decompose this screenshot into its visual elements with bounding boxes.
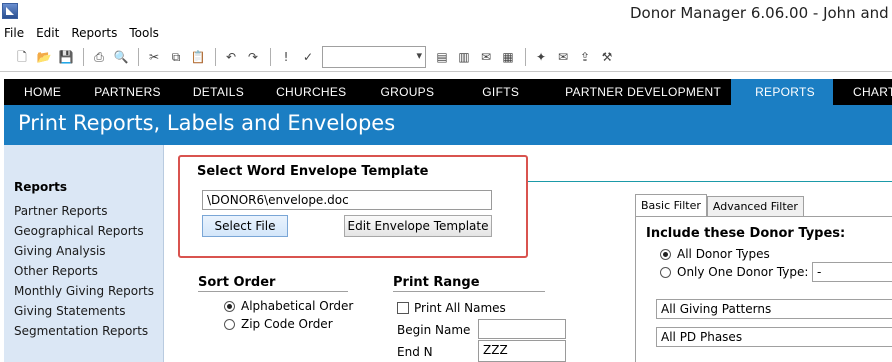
spreadsheet-icon[interactable]: ▦ [500, 49, 516, 65]
begin-name-label: Begin Name [397, 323, 471, 337]
radio-unselected-icon[interactable] [660, 266, 671, 278]
sidebar-item-monthly-giving-reports[interactable]: Monthly Giving Reports [14, 284, 154, 298]
filter-tabs: Basic Filter Advanced Filter [635, 194, 804, 216]
sidebar-item-segmentation-reports[interactable]: Segmentation Reports [14, 324, 148, 338]
tab-charts[interactable]: CHARTS [833, 79, 892, 105]
sidebar-item-giving-statements[interactable]: Giving Statements [14, 304, 126, 318]
redo-icon[interactable]: ↷ [245, 49, 261, 65]
basic-filter-panel: Include these Donor Types: All Donor Typ… [635, 216, 892, 362]
sidebar-item-partner-reports[interactable]: Partner Reports [14, 204, 107, 218]
main-content: Select Word Envelope Template \DONOR6\en… [165, 145, 892, 362]
menu-edit[interactable]: Edit [36, 26, 59, 40]
toolbar-separator [215, 47, 216, 66]
window-title: Donor Manager 6.06.00 - John and Be [630, 4, 892, 22]
toolbar-separator [525, 47, 526, 66]
toolbar-combo-box[interactable] [322, 45, 426, 68]
sort-alphabetical-label: Alphabetical Order [241, 299, 354, 313]
tab-gifts[interactable]: GIFTS [450, 79, 551, 105]
export-icon[interactable]: ⇪ [577, 49, 593, 65]
one-donor-type-label: Only One Donor Type: [677, 265, 809, 279]
tab-advanced-filter[interactable]: Advanced Filter [706, 196, 804, 216]
section-divider [527, 181, 892, 182]
alert-icon[interactable]: ! [278, 49, 294, 65]
pd-phases-select[interactable]: All PD Phases [656, 327, 892, 347]
menu-file[interactable]: File [4, 26, 24, 40]
save-icon[interactable]: 💾 [58, 49, 74, 65]
copy-icon[interactable]: ⧉ [168, 49, 184, 65]
envelope-section-title: Select Word Envelope Template [197, 164, 429, 179]
title-bar: Donor Manager 6.06.00 - John and Be [0, 0, 892, 24]
begin-name-input[interactable] [478, 319, 566, 339]
main-nav: HOME PARTNERS DETAILS CHURCHES GROUPS GI… [4, 79, 892, 105]
tab-churches[interactable]: CHURCHES [258, 79, 360, 105]
menu-reports[interactable]: Reports [71, 26, 117, 40]
tab-partners[interactable]: PARTNERS [82, 79, 175, 105]
sidebar-item-giving-analysis[interactable]: Giving Analysis [14, 244, 106, 258]
sidebar-item-geographical-reports[interactable]: Geographical Reports [14, 224, 144, 238]
tab-reports[interactable]: REPORTS [731, 79, 833, 105]
toolbar-separator [138, 47, 139, 66]
print-preview-icon[interactable]: 🔍 [113, 49, 129, 65]
app-logo-icon [2, 3, 18, 19]
tab-groups[interactable]: GROUPS [360, 79, 450, 105]
all-donor-types-option[interactable]: All Donor Types [660, 247, 770, 261]
all-donor-types-label: All Donor Types [677, 247, 770, 261]
page-title: Print Reports, Labels and Envelopes [18, 111, 396, 135]
label-icon[interactable]: ▥ [456, 49, 472, 65]
one-donor-type-option[interactable]: Only One Donor Type: [660, 265, 808, 279]
menu-tools[interactable]: Tools [129, 26, 159, 40]
open-folder-icon[interactable]: 📂 [36, 49, 52, 65]
sort-order-underline [198, 291, 348, 292]
edit-envelope-template-button[interactable]: Edit Envelope Template [344, 215, 492, 237]
tab-details[interactable]: DETAILS [175, 79, 258, 105]
page-header: Print Reports, Labels and Envelopes [4, 105, 892, 145]
radio-selected-icon[interactable] [224, 300, 235, 312]
toolbar: 🗋 📂 💾 ⎙ 🔍 ✂ ⧉ 📋 ↶ ↷ ! ✓ ▤ ▥ ✉ ▦ ✦ ✉ ⇪ ⚒ [0, 42, 892, 72]
sidebar: Reports Partner Reports Geographical Rep… [4, 145, 164, 362]
print-range-title: Print Range [393, 275, 480, 290]
end-name-label: End N [397, 345, 433, 359]
sort-alphabetical-option[interactable]: Alphabetical Order [224, 299, 353, 313]
template-path-input[interactable]: \DONOR6\envelope.doc [202, 190, 492, 210]
print-icon[interactable]: ⎙ [91, 49, 107, 65]
toolbar-separator [270, 47, 271, 66]
undo-icon[interactable]: ↶ [223, 49, 239, 65]
giving-patterns-select[interactable]: All Giving Patterns [656, 299, 892, 319]
tab-basic-filter[interactable]: Basic Filter [635, 194, 707, 216]
toolbar-separator [83, 47, 84, 66]
sort-zip-code-option[interactable]: Zip Code Order [224, 317, 333, 331]
sidebar-heading: Reports [14, 180, 68, 194]
sidebar-item-other-reports[interactable]: Other Reports [14, 264, 98, 278]
end-name-input[interactable]: ZZZ [478, 340, 566, 362]
print-range-underline [393, 291, 545, 292]
tab-home[interactable]: HOME [4, 79, 82, 105]
checkmark-chart-icon[interactable]: ✓ [300, 49, 316, 65]
menu-bar: File Edit Reports Tools [0, 24, 892, 42]
sort-order-title: Sort Order [198, 275, 276, 290]
new-document-icon[interactable]: 🗋 [14, 49, 30, 65]
tools-icon[interactable]: ⚒ [599, 49, 615, 65]
radio-unselected-icon[interactable] [224, 318, 235, 330]
sparkle-icon[interactable]: ✦ [533, 49, 549, 65]
donor-types-title: Include these Donor Types: [646, 226, 846, 241]
print-all-names-option[interactable]: Print All Names [397, 301, 506, 315]
envelope-icon[interactable]: ✉ [478, 49, 494, 65]
print-all-checkbox[interactable] [397, 302, 409, 314]
paste-icon[interactable]: 📋 [190, 49, 206, 65]
print-all-names-label: Print All Names [414, 301, 506, 315]
sort-zip-code-label: Zip Code Order [241, 317, 333, 331]
cut-icon[interactable]: ✂ [146, 49, 162, 65]
radio-selected-icon[interactable] [660, 248, 671, 260]
report-icon[interactable]: ▤ [434, 49, 450, 65]
email-icon[interactable]: ✉ [555, 49, 571, 65]
donor-type-select[interactable]: - [812, 262, 892, 282]
select-file-button[interactable]: Select File [202, 215, 288, 237]
tab-partner-development[interactable]: PARTNER DEVELOPMENT [551, 79, 731, 105]
